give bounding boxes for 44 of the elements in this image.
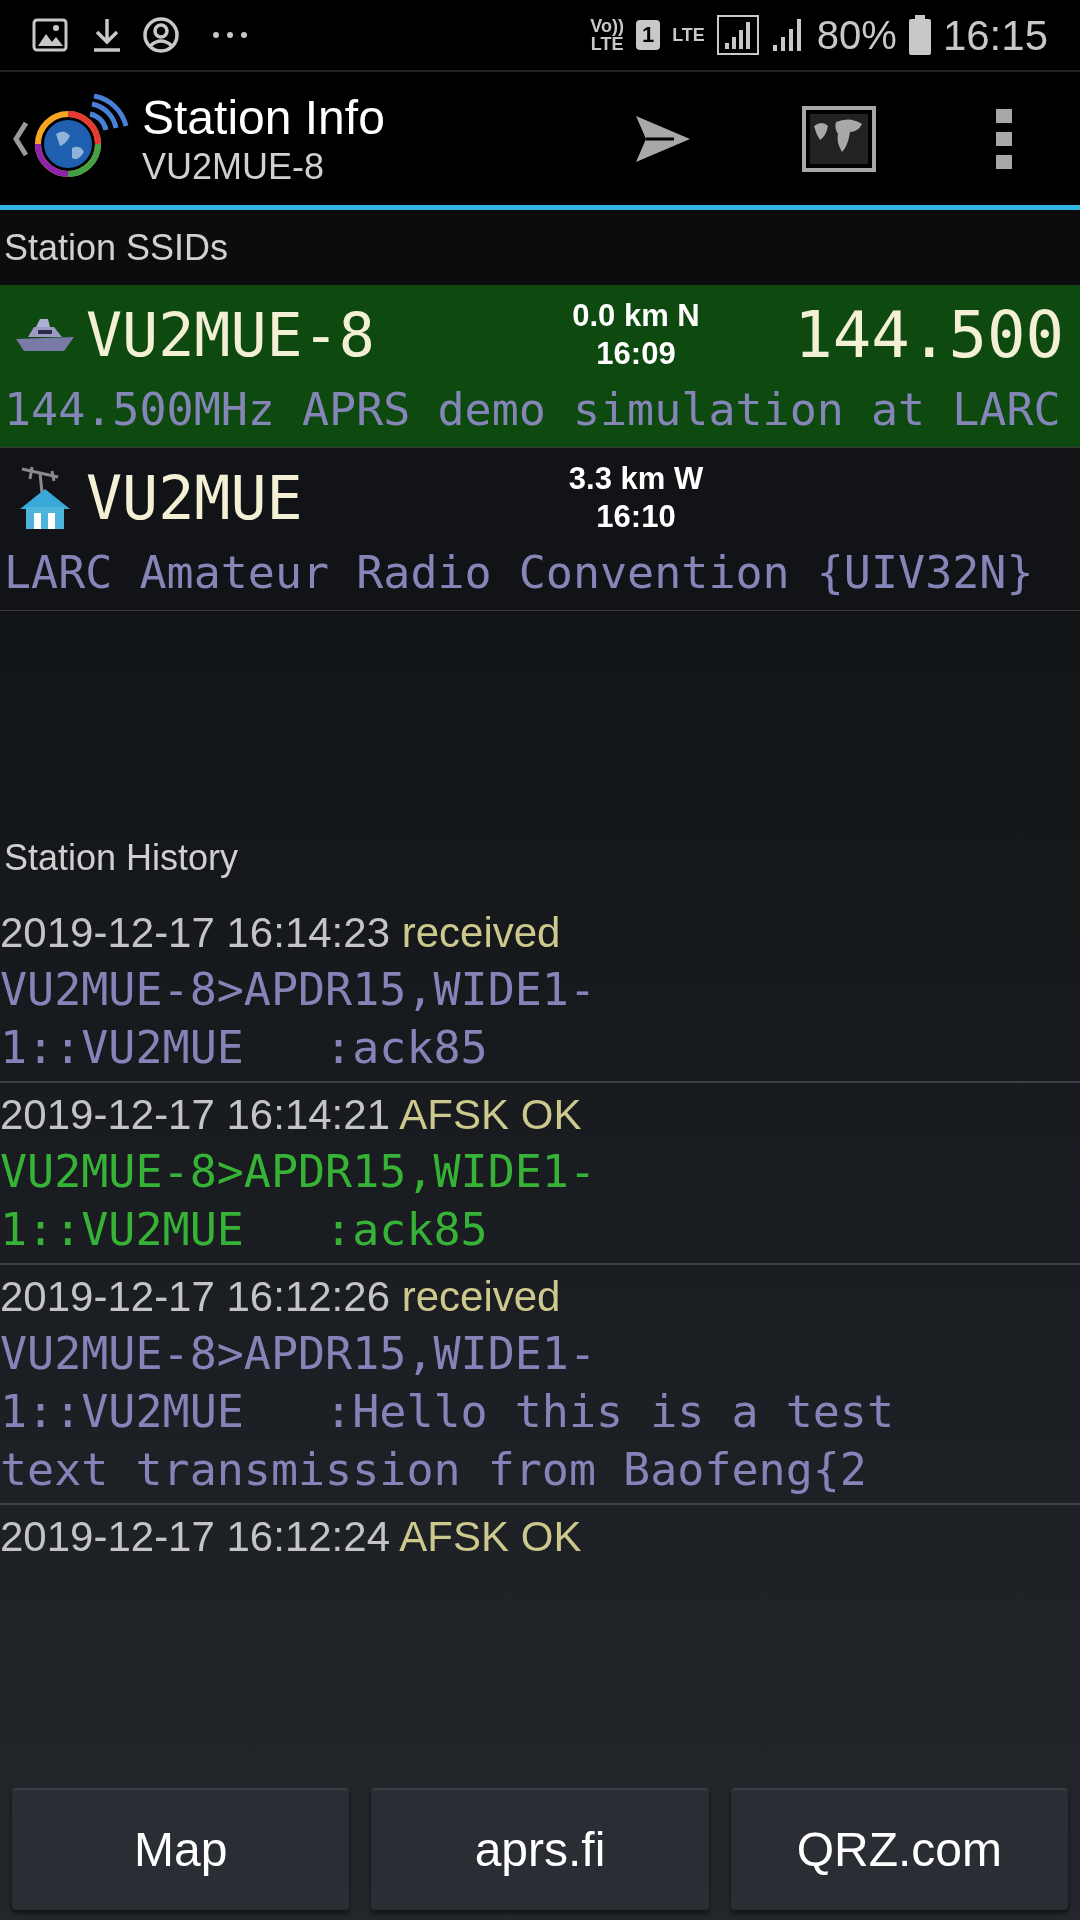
signal-icon — [716, 15, 759, 55]
sim-badge: 1 — [635, 20, 661, 50]
action-button[interactable]: QRZ.com — [730, 1788, 1068, 1910]
history-timestamp: 2019-12-17 16:12:26 — [0, 1273, 390, 1320]
action-button[interactable]: aprs.fi — [371, 1788, 709, 1910]
house-antenna-icon — [18, 465, 72, 531]
station-frequency: 144.500 — [794, 303, 1065, 367]
image-icon — [32, 18, 68, 52]
data-label: LTE — [672, 23, 705, 47]
section-heading: Station History — [3, 836, 240, 880]
clock-time: 16:15 — [942, 10, 1048, 61]
packet-text: VU2MUE-8>APDR15,WIDE1- 1::VU2MUE :Hello this is a test text transmission from Baofeng{2 — [0, 1326, 896, 1498]
history-status: received — [401, 1273, 561, 1320]
history-status: AFSK OK — [399, 1513, 582, 1560]
history-timestamp: 2019-12-17 16:14:21 — [0, 1091, 390, 1138]
history-status: AFSK OK — [399, 1091, 582, 1138]
screen-subtitle: VU2MUE-8 — [142, 145, 326, 188]
packet-text: VU2MUE-8>APDR15,WIDE1- 1::VU2MUE :ack85 — [0, 962, 598, 1076]
more-dots-icon — [212, 31, 248, 39]
station-callsign: VU2MUE — [86, 468, 304, 528]
send-icon[interactable] — [634, 113, 692, 164]
section-heading: Station SSIDs — [3, 225, 229, 270]
download-icon — [92, 17, 122, 53]
station-distance: 3.3 km W — [568, 460, 704, 498]
history-timestamp: 2019-12-17 16:14:23 — [0, 909, 390, 956]
station-time: 16:10 — [596, 498, 676, 536]
world-map-icon[interactable] — [802, 105, 876, 172]
station-callsign: VU2MUE-8 — [86, 305, 376, 365]
history-status: received — [401, 909, 561, 956]
battery-icon — [908, 15, 931, 55]
overflow-menu-icon[interactable] — [996, 108, 1012, 169]
station-time: 16:09 — [596, 335, 676, 373]
history-timestamp: 2019-12-17 16:12:24 — [0, 1513, 390, 1560]
screen-title: Station Info — [142, 89, 385, 146]
packet-text: VU2MUE-8>APDR15,WIDE1- 1::VU2MUE :ack85 — [0, 1144, 598, 1258]
account-icon — [142, 16, 180, 54]
action-button[interactable]: Map — [12, 1788, 350, 1910]
station-distance: 0.0 km N — [572, 297, 700, 335]
station-comment: 144.500MHz APRS demo simulation at LARC — [4, 382, 1062, 438]
battery-percent: 80% — [816, 12, 897, 59]
station-row[interactable]: VU2MUE-8 0.0 km N 16:09 144.500 144.500MHz APRS demo simulation at LARC — [0, 285, 1080, 448]
volte-label: LTE — [590, 35, 624, 53]
station-comment: LARC Amateur Radio Convention {UIV32N} — [4, 545, 1035, 601]
volte-label: Vo)) — [590, 17, 624, 35]
